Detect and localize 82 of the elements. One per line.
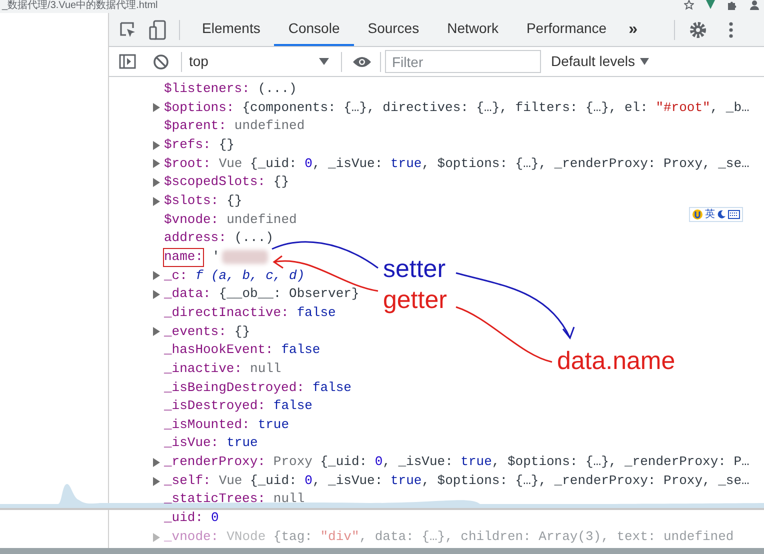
keyboard-icon [728,210,740,219]
property-value: f (a, b, c, d) [195,266,305,285]
property-value: Vue {_uid: 0, _isVue: true, $options: {…}, _renderProxy: Proxy, _se… [218,154,750,173]
property-value: ' [212,248,220,266]
property-key: address: [164,229,226,248]
property-key: _self: [164,472,211,490]
property-key: $parent: [164,117,226,136]
property-key: _vnode: [164,528,219,546]
property-key: $slots: [164,192,219,211]
property-key: $listeners: [164,80,250,99]
property-value: false [312,378,352,396]
property-key: _isMounted: [164,416,250,434]
property-value: null [250,360,282,378]
property-value: true [258,416,290,434]
star-icon[interactable] [684,0,694,10]
property-key: _isBeingDestroyed: [164,378,304,398]
property-key: _staticTrees: [164,490,266,510]
property-key: $scopedSlots: [164,173,266,192]
property-key: _events: [164,322,226,342]
property-key: _directInactive: [164,304,289,323]
puzzle-icon[interactable] [727,0,737,10]
property-value: {__ob__: Observer} [218,285,360,304]
filter-field[interactable]: Filter [385,50,541,73]
property-value: null [273,490,305,508]
property-key: $vnode: [164,210,219,230]
log-levels-dropdown[interactable]: Default levels [551,51,650,72]
context-selector[interactable]: top [189,51,329,72]
sidebar-toggle-icon[interactable] [119,54,136,69]
property-value: false [281,341,320,360]
tab[interactable]: Performance [512,13,621,46]
annotation-label: data.name [557,346,676,376]
clear-console-icon[interactable] [153,54,169,70]
property-value: {} [273,173,290,192]
property-key: _isDestroyed: [164,397,266,416]
blurred-value [222,250,268,264]
inspect-icon[interactable] [119,20,137,38]
property-key: _renderProxy: [164,453,266,472]
property-key: _isVue: [164,434,219,454]
property-value: Vue {_uid: 0, _isVue: true, $options: {…}, _renderProxy: Proxy, _se… [218,472,750,490]
property-value: Proxy {_uid: 0, _isVue: true, $options: {…}, _renderProxy: P… [273,453,750,472]
tab[interactable]: Elements [188,13,274,46]
annotation-label: getter [383,285,447,315]
property-value: undefined [234,117,305,136]
annotation-label: setter [383,254,446,284]
property-value: false [296,304,336,322]
kebab-menu-icon[interactable] [728,22,733,38]
property-value: VNode {tag: "div", data: {…}, children: Array(3), text: undefined [226,528,734,546]
property-value: (...) [258,80,297,98]
property-key: $refs: [164,136,211,155]
property-value: {components: {…}, directives: {…}, filters: {…}, el: "#root", _b… [242,98,750,117]
property-value: true [226,434,258,452]
property-value: {} [234,322,250,341]
tab[interactable]: Network [433,13,512,46]
ime-logo-icon [692,209,703,220]
tab[interactable]: Sources [354,13,434,46]
property-key: $root: [164,154,211,174]
property-key: _hasHookEvent: [164,341,274,360]
settings-icon[interactable] [688,20,707,38]
moon-icon [717,210,726,219]
property-value: false [273,397,312,416]
property-key: $options: [164,98,234,118]
property-value: 0 [211,509,219,528]
property-value: {} [226,192,242,210]
property-key: _inactive: [164,360,242,379]
ime-toolbar[interactable]: 英 [689,207,743,222]
v-shape-icon[interactable] [706,0,715,9]
property-value: {} [218,136,234,154]
device-icon[interactable] [149,20,167,40]
property-value: (...) [234,229,274,248]
property-key: name: [163,248,204,267]
property-key: _c: [164,266,188,286]
profile-icon[interactable] [749,0,760,10]
property-value: undefined [226,210,297,229]
property-key: _uid: [164,509,204,528]
expand-triangle-icon[interactable] [153,327,160,336]
dropdown-caret-icon [319,58,329,65]
expand-triangle-icon[interactable] [153,103,160,112]
eye-icon[interactable] [352,56,372,68]
more-tabs-button[interactable]: » [628,18,638,42]
dropdown-caret-icon [640,58,650,65]
property-key: _data: [164,285,211,304]
page-url: _数据代理/3.Vue中的数据代理.html [0,0,158,12]
